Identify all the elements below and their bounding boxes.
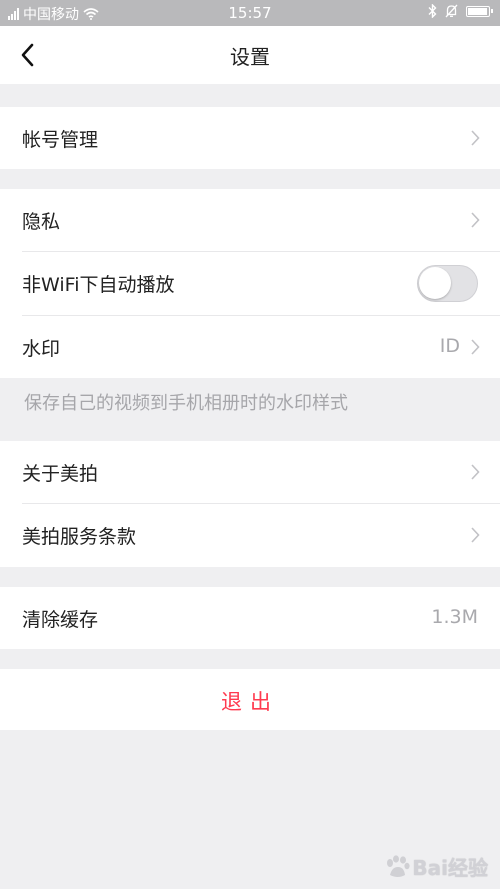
autoplay-toggle[interactable] [417,265,478,302]
watermark-label: 水印 [22,338,61,360]
battery-fill [468,7,487,15]
settings-item-account[interactable]: 帐号管理 [0,107,500,169]
terms-label: 美拍服务条款 [22,526,137,548]
settings-group-privacy: 隐私 非WiFi下自动播放 水印 ID [0,189,500,378]
paw-logo-icon [387,854,410,877]
autoplay-label: 非WiFi下自动播放 [22,274,175,296]
chevron-right-icon [471,464,480,480]
toggle-knob [419,267,451,299]
mute-bell-icon [445,4,458,18]
chevron-right-icon [471,130,480,146]
settings-item-terms[interactable]: 美拍服务条款 [0,504,500,566]
cache-size: 1.3M [431,606,478,628]
settings-item-watermark[interactable]: 水印 ID [0,316,500,378]
settings-item-clear-cache[interactable]: 清除缓存 1.3M [0,587,500,649]
status-right [428,4,493,18]
settings-group-about: 关于美拍 美拍服务条款 [0,441,500,567]
nav-bar: 设置 [0,26,500,84]
logout-button[interactable]: 退出 [0,669,500,730]
watermark-hint: 保存自己的视频到手机相册时的水印样式 [24,393,348,414]
settings-item-autoplay: 非WiFi下自动播放 [0,252,500,314]
privacy-label: 隐私 [22,211,61,233]
about-label: 关于美拍 [22,463,99,485]
cache-label: 清除缓存 [22,609,99,631]
page-title: 设置 [230,45,270,69]
watermark-text: Bai经验 [412,856,488,880]
battery-icon [466,5,493,17]
chevron-right-icon [471,527,480,543]
chevron-right-icon [471,339,480,355]
chevron-right-icon [471,212,480,228]
status-time: 15:57 [228,4,272,22]
logout-label: 退出 [221,690,279,714]
settings-item-about[interactable]: 关于美拍 [0,441,500,503]
bluetooth-icon [428,4,437,18]
watermark-value: ID [439,335,460,357]
baidu-watermark: Bai经验 [384,852,488,881]
account-label: 帐号管理 [22,129,99,151]
status-bar: 中国移动 15:57 [0,0,500,26]
settings-item-privacy[interactable]: 隐私 [0,189,500,251]
